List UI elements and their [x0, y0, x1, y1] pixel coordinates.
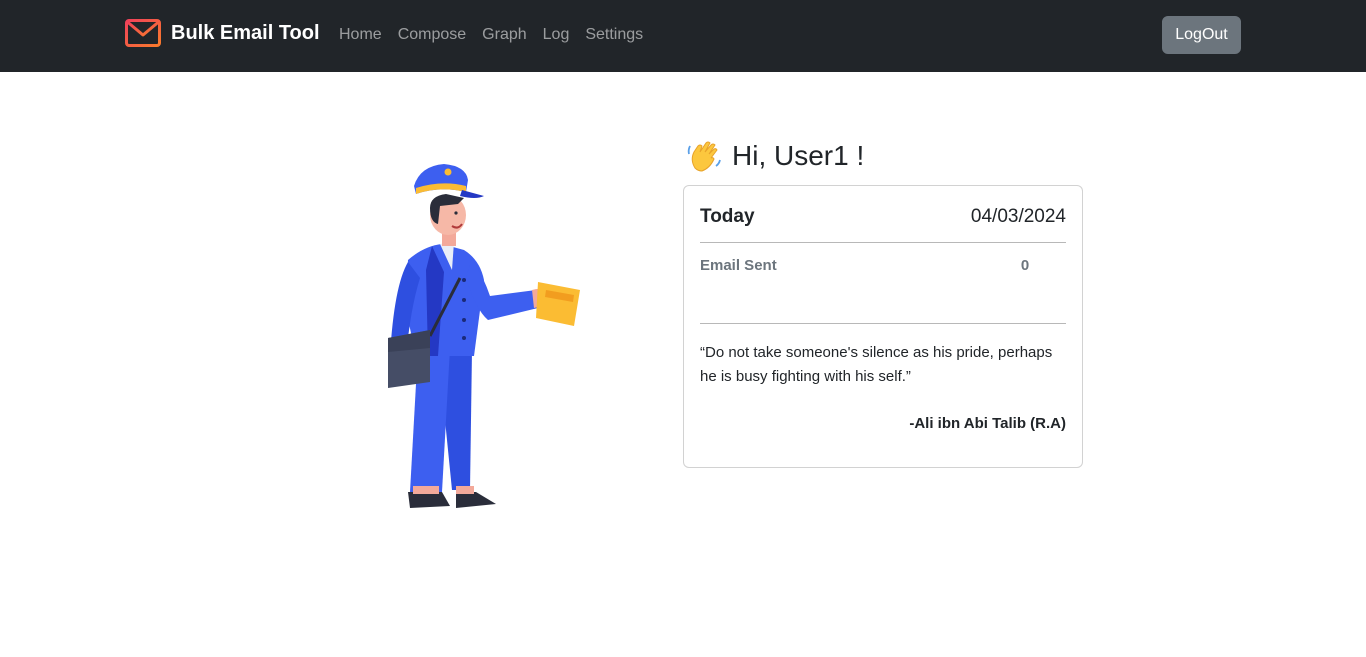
nav-links: Home Compose Graph Log Settings: [339, 24, 659, 46]
greeting-text: Hi, User1 !: [732, 140, 865, 171]
today-date: 04/03/2024: [970, 206, 1066, 227]
today-label: Today: [700, 206, 755, 227]
email-sent-label: Email Sent: [700, 257, 777, 274]
nav-settings[interactable]: Settings: [585, 24, 643, 46]
divider: [700, 242, 1066, 243]
brand-title: Bulk Email Tool: [171, 21, 320, 44]
waving-hand-icon: [687, 141, 721, 172]
mailman-illustration: [388, 164, 580, 508]
nav-log[interactable]: Log: [543, 24, 570, 46]
today-row: Today 04/03/2024: [700, 204, 1066, 230]
quote-text: “Do not take someone's silence as his pr…: [700, 344, 1053, 385]
brand-link[interactable]: Bulk Email Tool: [125, 16, 320, 50]
nav-compose[interactable]: Compose: [398, 24, 466, 46]
email-sent-count: 0: [1020, 257, 1030, 274]
nav-graph[interactable]: Graph: [482, 24, 526, 46]
nav-home[interactable]: Home: [339, 24, 382, 46]
divider: [700, 323, 1066, 324]
envelope-icon: [125, 19, 161, 47]
top-navbar: Bulk Email Tool Home Compose Graph Log S…: [0, 0, 1366, 72]
logout-button[interactable]: LogOut: [1162, 16, 1241, 54]
greeting: Hi, User1 !: [686, 138, 864, 174]
daily-stats-card: Today 04/03/2024 Email Sent 0 “Do not ta…: [683, 185, 1083, 468]
quote-author: -Ali ibn Abi Talib (R.A): [909, 415, 1066, 432]
email-sent-row: Email Sent 0: [700, 257, 1066, 277]
